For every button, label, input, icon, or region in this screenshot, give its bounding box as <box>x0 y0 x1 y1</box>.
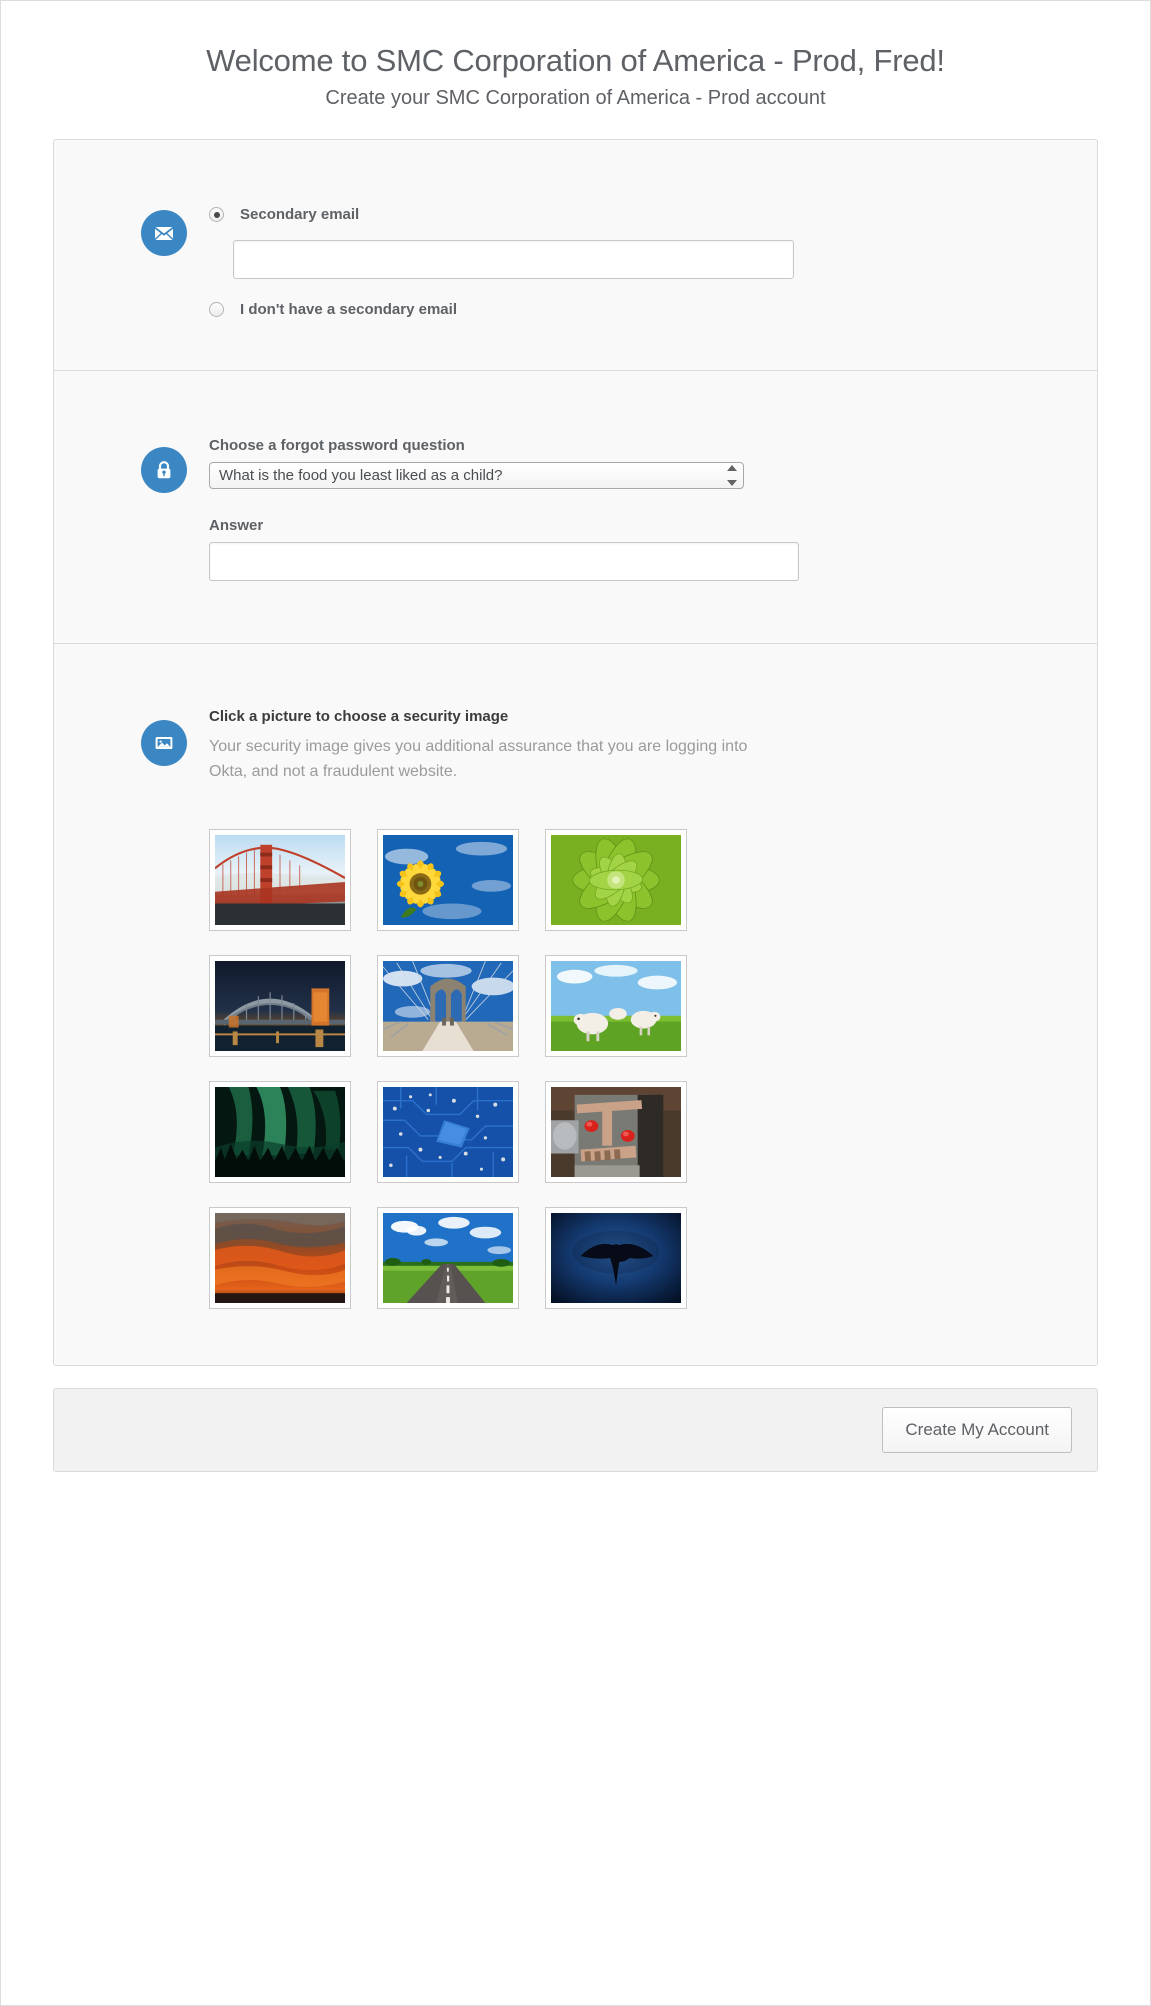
security-image-option-aurora-borealis-over-forest[interactable] <box>209 1080 351 1183</box>
page-subtitle: Create your SMC Corporation of America -… <box>325 87 826 110</box>
security-image-option-toy-robot-face[interactable] <box>545 1080 687 1183</box>
security-image-option-arch-bridge-at-night[interactable] <box>209 954 351 1057</box>
radio-secondary-email-control[interactable] <box>209 207 224 223</box>
security-image-section: Click a picture to choose a security ima… <box>54 644 1097 1365</box>
secondary-email-section: Secondary email I don't have a secondary… <box>54 140 1097 372</box>
forgot-password-question-select[interactable]: What is the food you least liked as a ch… <box>209 462 744 490</box>
envelope-icon <box>141 210 187 257</box>
page-header: Welcome to SMC Corporation of America - … <box>1 1 1150 129</box>
answer-label: Answer <box>209 517 264 535</box>
radio-no-secondary-email-label[interactable]: I don't have a secondary email <box>240 301 457 318</box>
form-footer: Create My Account <box>53 1387 1098 1472</box>
radio-option-no-secondary-email[interactable]: I don't have a secondary email <box>209 301 1067 318</box>
security-image-option-road-through-green-fields[interactable] <box>377 1206 519 1309</box>
security-image-title: Click a picture to choose a security ima… <box>209 708 509 726</box>
security-image-option-red-sunset-clouds[interactable] <box>209 1206 351 1309</box>
radio-secondary-email-label[interactable]: Secondary email <box>240 206 359 223</box>
lock-icon <box>141 447 187 494</box>
forgot-password-question-section: Choose a forgot password question What i… <box>54 371 1097 645</box>
forgot-password-question-value[interactable]: What is the food you least liked as a ch… <box>209 462 744 490</box>
registration-form-card: Secondary email I don't have a secondary… <box>53 139 1098 1366</box>
radio-option-secondary-email[interactable]: Secondary email <box>209 206 1067 223</box>
security-image-option-green-succulent-plant[interactable] <box>545 828 687 931</box>
answer-input[interactable] <box>209 542 799 582</box>
radio-no-secondary-email-control[interactable] <box>209 302 224 318</box>
security-image-option-brooklyn-bridge-walkway[interactable] <box>377 954 519 1057</box>
security-image-option-blue-circuit-board[interactable] <box>377 1080 519 1183</box>
signup-page: Welcome to SMC Corporation of America - … <box>0 0 1151 2006</box>
security-image-option-golden-gate-bridge-in-fog[interactable] <box>209 828 351 931</box>
page-title: Welcome to SMC Corporation of America - … <box>206 43 945 78</box>
security-image-description: Your security image gives you additional… <box>209 738 748 781</box>
security-image-grid <box>209 828 1067 1309</box>
security-image-option-lambs-in-green-field[interactable] <box>545 954 687 1057</box>
secondary-email-input[interactable] <box>233 240 794 280</box>
forgot-password-question-label: Choose a forgot password question <box>209 437 465 455</box>
create-my-account-button[interactable]: Create My Account <box>882 1406 1072 1453</box>
security-image-option-sunflower-against-blue-sky[interactable] <box>377 828 519 931</box>
picture-icon <box>141 720 187 767</box>
security-image-option-manta-ray-silhouette[interactable] <box>545 1206 687 1309</box>
